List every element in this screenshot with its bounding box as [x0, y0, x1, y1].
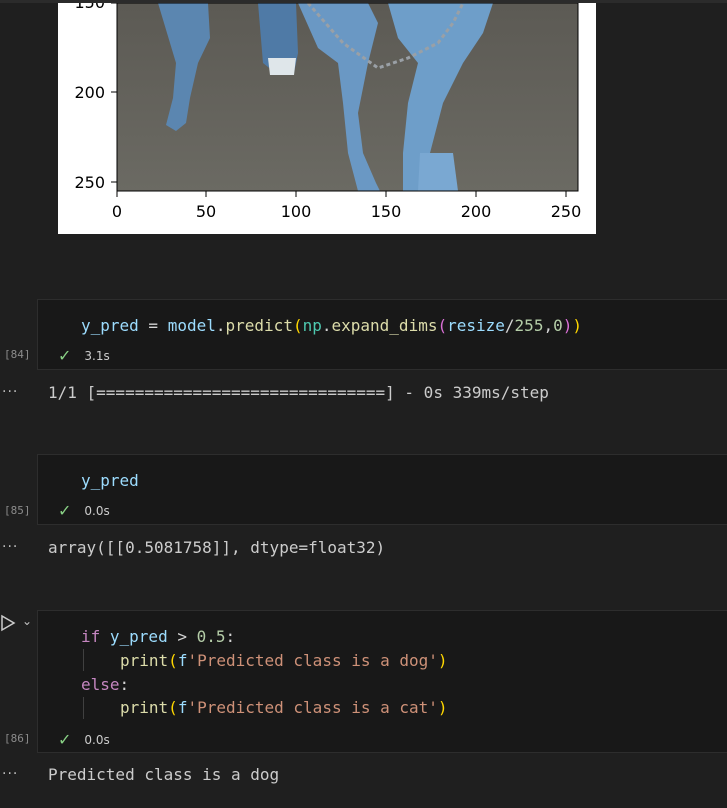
y-tick-label: 250 — [74, 173, 105, 192]
code-line[interactable]: print(f'Predicted class is a cat') — [120, 698, 448, 718]
code-cell[interactable]: y_pred = model.predict(np.expand_dims(re… — [37, 299, 727, 370]
execution-count: [86] — [4, 732, 31, 745]
cell-output: array([[0.5081758]], dtype=float32) — [48, 538, 386, 557]
x-tick-label: 200 — [461, 202, 492, 221]
check-icon: ✓ — [58, 501, 72, 520]
execution-time: 0.0s — [84, 503, 110, 518]
y-tick-label: 150 — [74, 3, 105, 12]
code-line[interactable]: y_pred — [81, 471, 139, 491]
output-more-icon[interactable]: ··· — [2, 384, 18, 400]
code-line[interactable]: y_pred = model.predict(np.expand_dims(re… — [81, 316, 582, 336]
execution-time: 0.0s — [84, 732, 110, 747]
indent-guide — [83, 697, 84, 719]
code-line[interactable]: else: — [81, 675, 129, 695]
execution-count: [84] — [4, 348, 31, 361]
output-more-icon[interactable]: ··· — [2, 766, 18, 782]
check-icon: ✓ — [58, 346, 72, 365]
x-tick-label: 150 — [371, 202, 402, 221]
indent-guide — [83, 649, 84, 671]
code-cell[interactable]: if y_pred > 0.5: print(f'Predicted class… — [37, 610, 727, 753]
x-axis: 0 50 100 150 200 250 — [112, 191, 581, 221]
code-cell[interactable]: y_pred ✓ 0.0s — [37, 454, 727, 525]
cell-output: Predicted class is a dog — [48, 765, 280, 784]
plot-output: 150 200 250 0 50 100 150 200 250 — [58, 3, 596, 234]
execution-count: [85] — [4, 504, 31, 517]
chevron-down-icon[interactable]: ⌄ — [22, 614, 32, 628]
x-tick-label: 100 — [281, 202, 312, 221]
run-cell-icon[interactable] — [0, 614, 16, 632]
check-icon: ✓ — [58, 730, 72, 749]
execution-status: ✓ 0.0s — [58, 730, 110, 749]
x-tick-label: 0 — [112, 202, 122, 221]
x-tick-label: 50 — [196, 202, 216, 221]
x-tick-label: 250 — [551, 202, 582, 221]
code-line[interactable]: print(f'Predicted class is a dog') — [120, 651, 448, 671]
cell-output: 1/1 [==============================] - 0… — [48, 383, 549, 402]
y-tick-label: 200 — [74, 83, 105, 102]
y-axis: 150 200 250 — [74, 3, 117, 192]
output-more-icon[interactable]: ··· — [2, 539, 18, 555]
execution-status: ✓ 0.0s — [58, 501, 110, 520]
code-line[interactable]: if y_pred > 0.5: — [81, 627, 235, 647]
execution-time: 3.1s — [84, 348, 110, 363]
execution-status: ✓ 3.1s — [58, 346, 110, 365]
plot-svg: 150 200 250 0 50 100 150 200 250 — [74, 3, 581, 221]
dog-image — [116, 3, 579, 192]
